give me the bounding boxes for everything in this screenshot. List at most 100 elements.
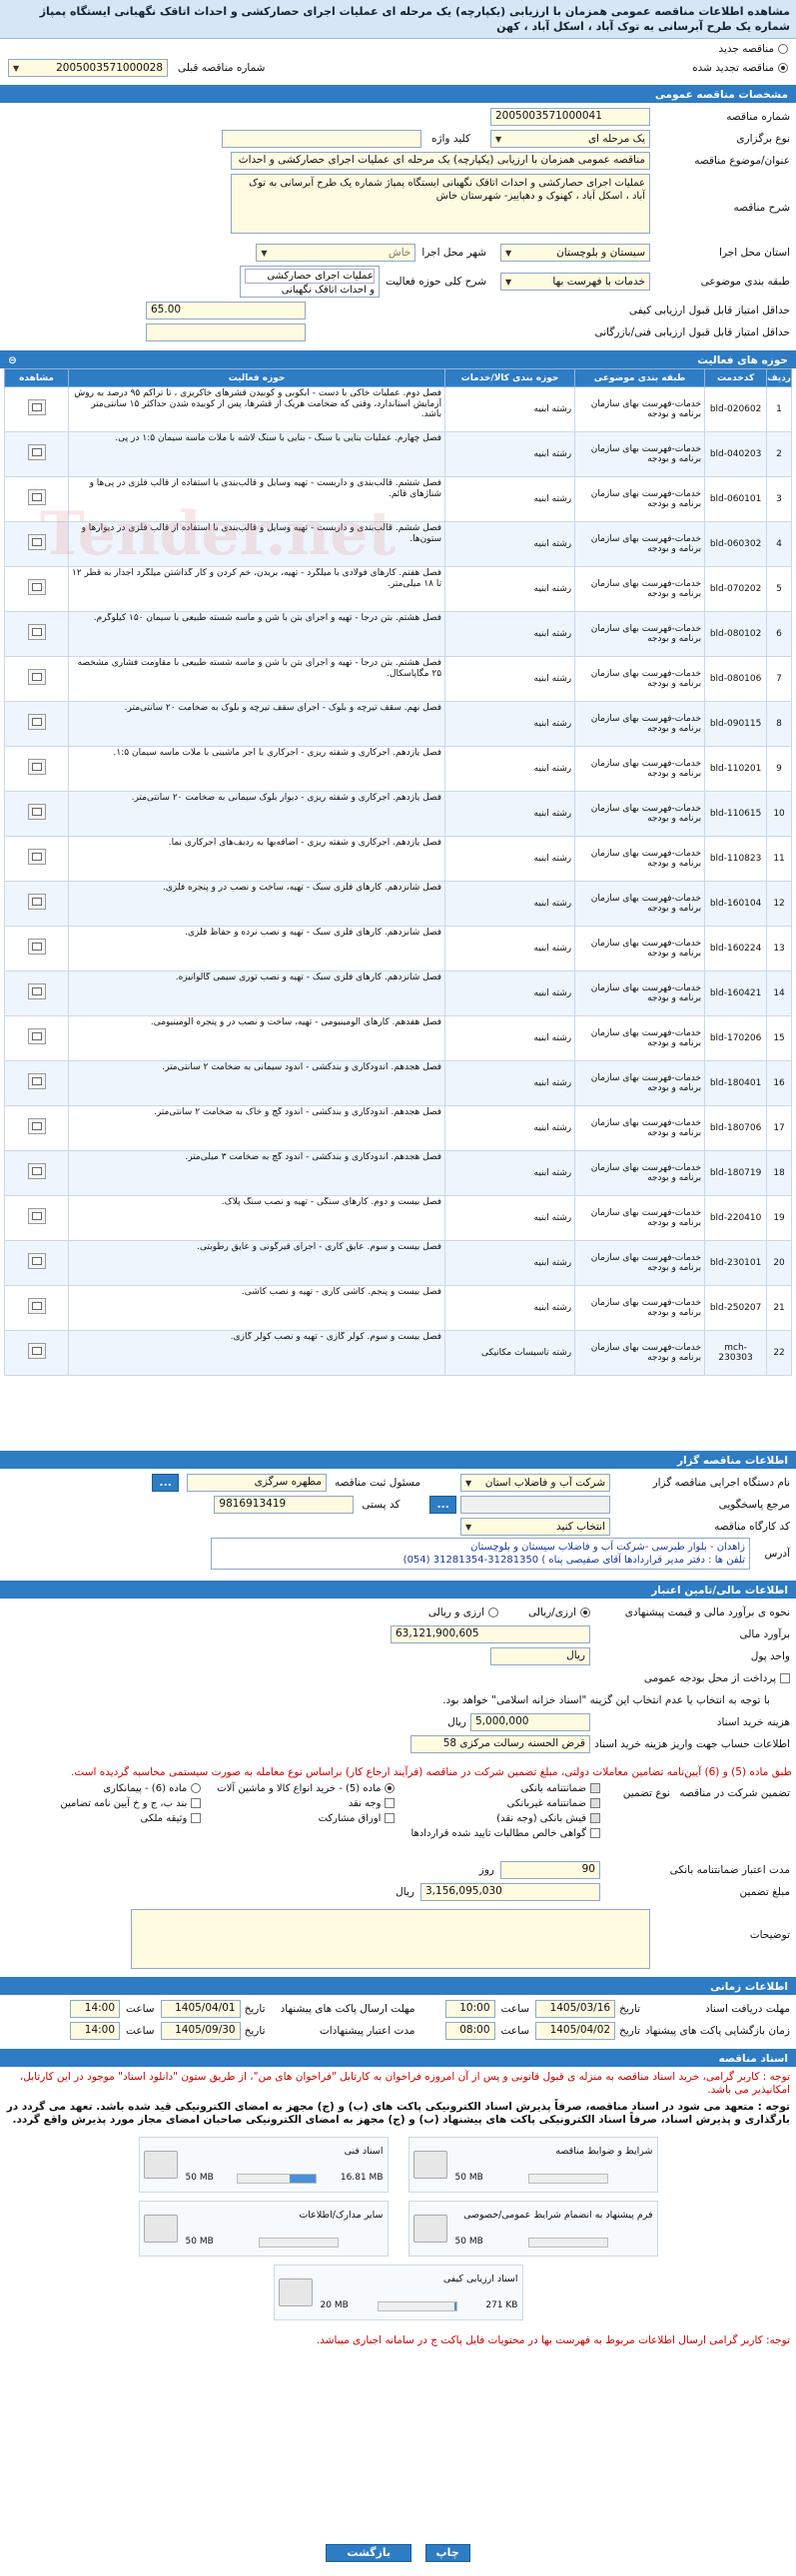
scope-item[interactable]: عملیات اجرای حصارکشی	[244, 269, 375, 284]
open-time[interactable]: 08:00	[444, 2022, 495, 2040]
prev-tender-select[interactable]: 2005003571000028 ▼	[8, 59, 168, 77]
doc-box[interactable]: اسناد فنی 50 MB 16.81 MB	[138, 2137, 389, 2193]
general-section-header: مشخصات مناقصه عمومی	[0, 85, 796, 103]
amount-field[interactable]: 3,156,095,030	[420, 1883, 600, 1901]
activity-desc-text: فصل شانزدهم. کارهای فلزی سبک - تهیه و نص…	[185, 928, 442, 938]
validity-date[interactable]: 1405/09/30	[160, 2022, 241, 2040]
view-icon[interactable]	[27, 1298, 46, 1315]
doc-box[interactable]: سایر مدارک/اطلاعات 50 MB	[138, 2201, 389, 2256]
guarantee-option: وجه نقد	[217, 1798, 396, 1809]
opt-both-radio[interactable]	[488, 1608, 499, 1617]
view-icon[interactable]	[27, 1343, 46, 1360]
type-select[interactable]: یک مرحله ای ▼	[490, 130, 650, 148]
ref-field[interactable]	[460, 1496, 610, 1514]
view-icon[interactable]	[27, 939, 46, 956]
validity-field[interactable]: 90	[500, 1861, 600, 1879]
guarantee-checkbox[interactable]	[191, 1813, 202, 1823]
doc-box[interactable]: شرایط و ضوابط مناقصه 50 MB	[407, 2137, 658, 2193]
view-icon[interactable]	[27, 983, 46, 1000]
activity-desc: فصل یازدهم. آجرکاری و شفته ریزی - آجرکار…	[67, 746, 446, 792]
print-button[interactable]: چاپ	[424, 2544, 470, 2562]
view-icon[interactable]	[27, 624, 46, 641]
min-score2-field[interactable]	[146, 323, 306, 341]
view-icon[interactable]	[27, 1208, 46, 1225]
unit-field[interactable]: ریال	[490, 1647, 590, 1665]
table-row: 11 bld-110823 خدمات-فهرست بهای سازمان برنا…	[4, 836, 792, 882]
classification-select[interactable]: خدمات با فهرست بها ▼	[500, 273, 650, 291]
send-date[interactable]: 1405/04/01	[160, 2000, 241, 2018]
chevron-down-icon: ▼	[465, 1478, 472, 1488]
new-tender-radio[interactable]	[778, 44, 788, 54]
doc-cost-field[interactable]: 5,000,000	[470, 1713, 590, 1731]
view-icon[interactable]	[27, 714, 46, 731]
tender-no-field[interactable]: 2005003571000041	[490, 108, 650, 126]
guarantee-radio[interactable]	[191, 1783, 202, 1793]
exec-select[interactable]: شرکت آب و فاضلاب استان ▼	[460, 1474, 610, 1492]
guarantee-checkbox[interactable]	[385, 1798, 396, 1808]
view-icon[interactable]	[27, 489, 46, 506]
guarantee-checkbox[interactable]	[385, 1813, 396, 1823]
scope-item[interactable]: و احداث اتاقک نگهبانی	[245, 284, 375, 297]
workshop-label: کد کارگاه مناقصه	[714, 1521, 790, 1533]
service-code: bld-110823	[704, 836, 768, 882]
ref-lookup-button[interactable]: ...	[429, 1496, 456, 1514]
opt-rial-radio[interactable]	[580, 1608, 590, 1617]
classification-cell: خدمات-فهرست بهای سازمان برنامه و بودجه	[574, 611, 706, 657]
view-icon[interactable]	[27, 894, 46, 911]
validity-time[interactable]: 14:00	[70, 2022, 121, 2040]
city-select[interactable]: خاش ▼	[256, 244, 416, 262]
doc-receive-time[interactable]: 10:00	[444, 2000, 495, 2018]
view-icon[interactable]	[27, 1163, 46, 1180]
province-select[interactable]: سیستان و بلوچستان ▼	[500, 244, 650, 262]
account-field[interactable]: قرض الحسنه رسالت مرکزی 58	[410, 1735, 590, 1753]
workshop-select[interactable]: انتخاب کنید ▼	[460, 1518, 610, 1536]
classification-cell: خدمات-فهرست بهای سازمان برنامه و بودجه	[574, 1150, 706, 1196]
view-icon[interactable]	[27, 534, 46, 551]
view-icon[interactable]	[27, 849, 46, 866]
doc-box[interactable]: اسناد ارزیابی کیفی 20 MB 271 KB	[273, 2264, 523, 2320]
prev-tender-value: 2005003571000028	[56, 62, 163, 74]
guarantee-checkbox[interactable]	[191, 1798, 202, 1808]
send-time[interactable]: 14:00	[70, 2000, 121, 2018]
guarantee-checkbox[interactable]	[590, 1813, 600, 1823]
activity-desc-text: فصل هفتم. کارهای فولادی با میلگرد - تهیه…	[72, 568, 442, 589]
guarantee-radio[interactable]	[385, 1783, 396, 1793]
min-score-field[interactable]: 65.00	[146, 302, 306, 320]
category-cell: رشته ابنیه	[444, 1240, 576, 1286]
desc-field[interactable]: عملیات اجرای حصارکشی و احداث اتاقک نگهبا…	[231, 174, 650, 234]
view-icon[interactable]	[27, 399, 46, 416]
view-cell	[4, 836, 69, 882]
activity-desc: فصل بیست و سوم. عایق کاری - اجرای قیرگون…	[67, 1240, 446, 1286]
estimate-field[interactable]: 63,121,900,605	[391, 1625, 590, 1643]
guarantee-checkbox[interactable]	[590, 1783, 600, 1793]
renewed-tender-radio[interactable]	[778, 63, 788, 73]
addr-list[interactable]: زاهدان - بلوار طبرسی -شرکت آب و فاضلاب س…	[211, 1538, 750, 1570]
view-icon[interactable]	[27, 759, 46, 776]
guarantee-checkbox[interactable]	[590, 1828, 600, 1838]
table-row: 8 bld-090115 خدمات-فهرست بهای سازمان برنام…	[4, 701, 792, 747]
view-icon[interactable]	[27, 579, 46, 596]
view-icon[interactable]	[27, 1118, 46, 1135]
notes-field[interactable]	[131, 1909, 650, 1969]
view-icon[interactable]	[27, 1073, 46, 1090]
open-date[interactable]: 1405/04/02	[535, 2022, 616, 2040]
service-code: bld-060101	[704, 476, 768, 522]
resp-field[interactable]: مطهره سرگزی	[186, 1474, 327, 1492]
scope-list[interactable]: عملیات اجرای حصارکشی و احداث اتاقک نگهبان…	[239, 266, 380, 298]
doc-receive-date[interactable]: 1405/03/16	[535, 2000, 616, 2018]
view-icon[interactable]	[27, 804, 46, 821]
doc-box[interactable]: فرم پیشنهاد به انضمام شرایط عمومی/خصوصی 5…	[407, 2201, 658, 2256]
view-icon[interactable]	[27, 669, 46, 686]
collapse-icon[interactable]: ⊖	[8, 354, 17, 366]
post-field[interactable]: 9816913419	[214, 1496, 355, 1514]
tender-kind-radios: مناقصه جدید مناقصه تجدید شده شماره مناقص…	[0, 39, 796, 81]
payment-checkbox[interactable]	[780, 1673, 790, 1683]
resp-lookup-button[interactable]: ...	[152, 1474, 179, 1492]
keyword-field[interactable]	[221, 130, 421, 148]
title-field[interactable]: مناقصه عمومی همزمان با ارزیابی (یکپارچه)…	[231, 152, 650, 170]
view-icon[interactable]	[27, 444, 46, 461]
view-icon[interactable]	[27, 1253, 46, 1270]
back-button[interactable]: بازگشت	[326, 2544, 412, 2562]
guarantee-checkbox[interactable]	[590, 1798, 600, 1808]
view-icon[interactable]	[27, 1028, 46, 1045]
